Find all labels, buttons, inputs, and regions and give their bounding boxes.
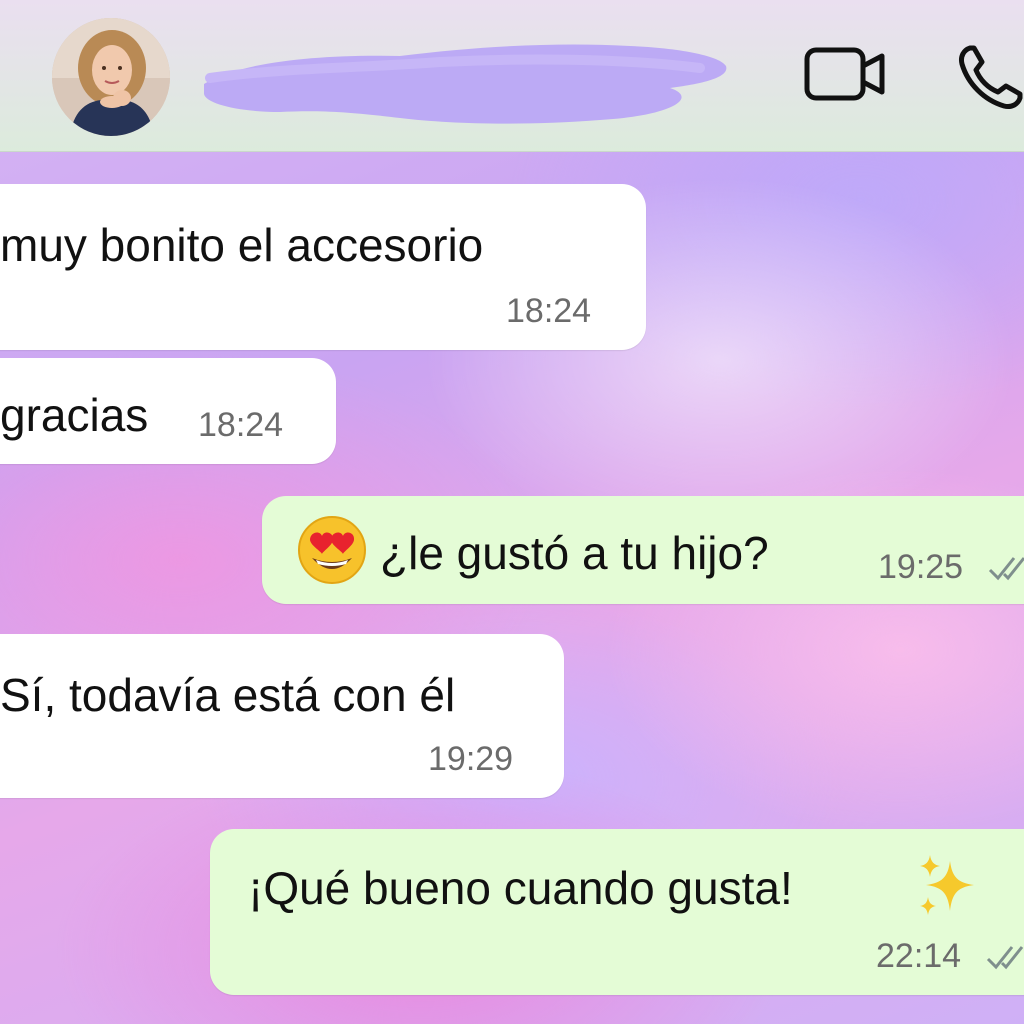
heart-eyes-emoji-icon [298,516,366,584]
message-text: Sí, todavía está con él [0,669,456,721]
sparkles-emoji-icon [920,855,974,915]
message-bubble-incoming[interactable]: Sí, todavía está con él 19:29 [0,634,564,798]
contact-avatar[interactable] [52,18,170,136]
message-time: 19:25 [878,548,964,586]
message-time: 22:14 [876,937,962,975]
message-text: ¡Qué bueno cuando gusta! [248,862,793,914]
message-bubble-outgoing[interactable]: ¡Qué bueno cuando gusta! 22:14 [210,829,1024,995]
read-ticks-icon [988,557,1024,581]
message-text: ¿le gustó a tu hijo? [380,527,769,579]
message-time: 18:24 [506,292,592,330]
contact-name[interactable] [200,32,730,132]
message-time: 19:29 [428,740,514,778]
redaction-scribble [204,44,727,124]
message-bubble-outgoing[interactable]: ¿le gustó a tu hijo? 19:25 [262,496,1024,604]
chat-header [0,0,1024,152]
message-bubble-incoming[interactable]: muy bonito el accesorio 18:24 [0,184,646,350]
read-ticks-icon [986,946,1024,970]
phone-icon[interactable] [956,44,1024,110]
message-time: 18:24 [198,406,284,444]
video-call-icon[interactable] [804,44,886,104]
message-text: muy bonito el accesorio [0,219,484,271]
avatar-photo [52,18,170,136]
message-text: gracias [0,389,149,441]
message-bubble-incoming[interactable]: gracias 18:24 [0,358,336,464]
